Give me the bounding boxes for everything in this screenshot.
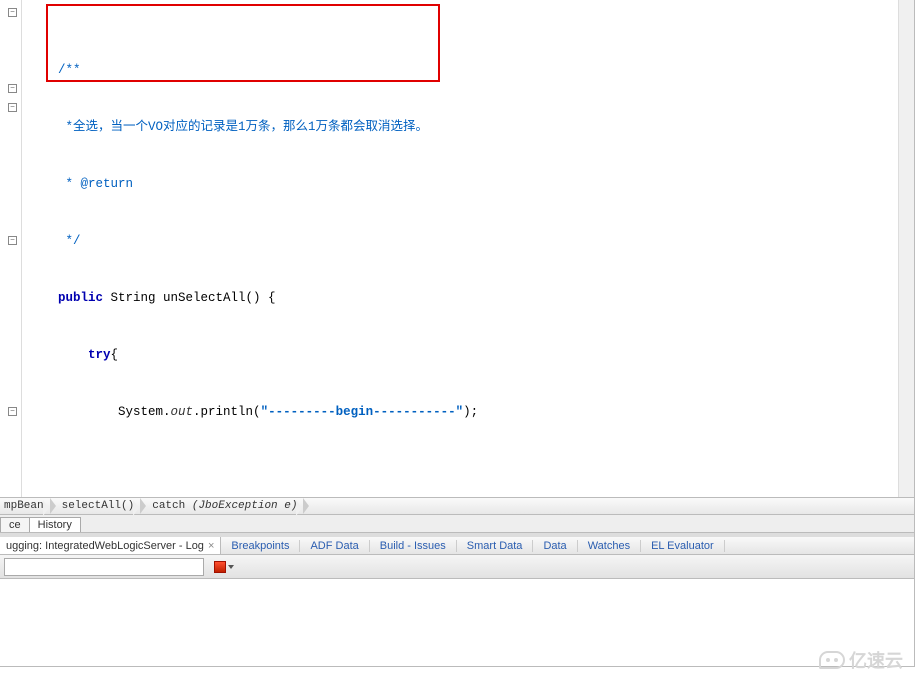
chevron-down-icon — [228, 565, 234, 569]
stop-button[interactable] — [214, 561, 234, 573]
fold-icon[interactable]: − — [8, 103, 17, 112]
fold-icon[interactable]: − — [8, 236, 17, 245]
comment: * @return — [58, 177, 133, 191]
log-panel[interactable] — [0, 579, 915, 667]
tab-build-issues[interactable]: Build - Issues — [370, 540, 457, 552]
debug-main-tab[interactable]: ugging: IntegratedWebLogicServer - Log × — [0, 537, 221, 554]
comment: *全选，当一个VO对应的记录是1万条，那么1万条都会取消选择。 — [58, 120, 428, 134]
close-icon[interactable]: × — [208, 538, 214, 554]
tab-history[interactable]: History — [29, 517, 81, 532]
tab-watches[interactable]: Watches — [578, 540, 641, 552]
watermark: 亿速云 — [819, 647, 903, 673]
breadcrumb: mpBean selectAll() catch (JboException e… — [0, 498, 915, 515]
tab-adf-data[interactable]: ADF Data — [300, 540, 369, 552]
tab-smart-data[interactable]: Smart Data — [457, 540, 534, 552]
comment: /** — [58, 63, 81, 77]
debug-toolbar — [0, 555, 915, 579]
tab-el-evaluator[interactable]: EL Evaluator — [641, 540, 725, 552]
fold-icon[interactable]: − — [8, 407, 17, 416]
fold-icon[interactable]: − — [8, 84, 17, 93]
tab-breakpoints[interactable]: Breakpoints — [221, 540, 300, 552]
cloud-icon — [819, 651, 845, 669]
breadcrumb-item[interactable]: selectAll() — [58, 498, 141, 514]
tab-data[interactable]: Data — [533, 540, 577, 552]
editor-bottom-tabs: ce History — [0, 515, 915, 533]
fold-icon[interactable]: − — [8, 8, 17, 17]
stop-icon — [214, 561, 226, 573]
search-input[interactable] — [4, 558, 204, 576]
comment: */ — [58, 234, 81, 248]
breadcrumb-item[interactable]: mpBean — [0, 498, 50, 514]
scrollbar[interactable] — [898, 0, 914, 497]
tab-source[interactable]: ce — [0, 517, 30, 532]
breadcrumb-item[interactable]: catch (JboException e) — [148, 498, 303, 514]
debug-tab-bar: ugging: IntegratedWebLogicServer - Log ×… — [0, 537, 915, 555]
gutter: − − − − − — [0, 0, 22, 497]
code-content[interactable]: /** *全选，当一个VO对应的记录是1万条，那么1万条都会取消选择。 * @r… — [22, 0, 898, 497]
code-editor[interactable]: − − − − − /** *全选，当一个VO对应的记录是1万条，那么1万条都会… — [0, 0, 915, 498]
